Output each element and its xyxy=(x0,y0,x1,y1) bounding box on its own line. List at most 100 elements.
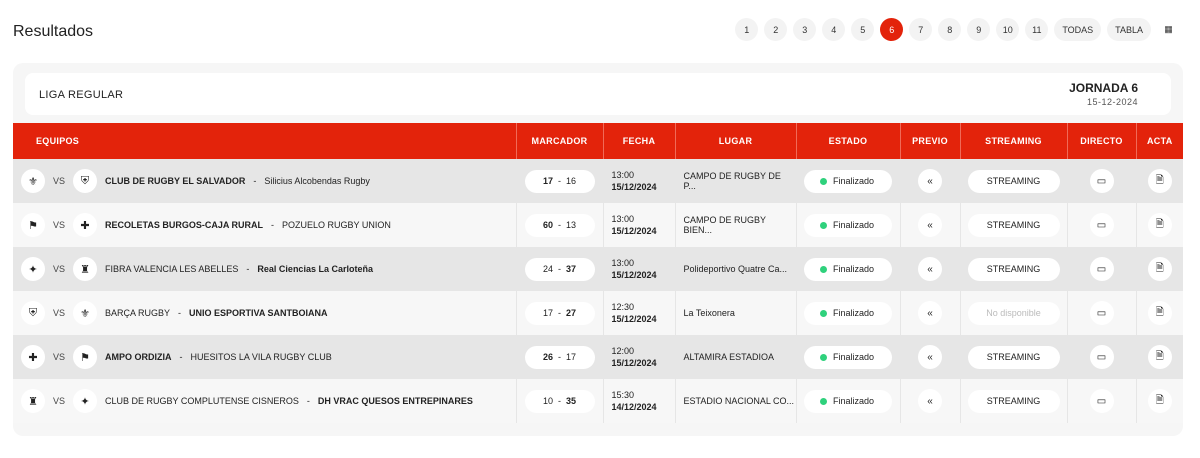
status-dot-icon xyxy=(820,221,827,229)
column-header-estado: ESTADO xyxy=(796,123,901,159)
separator: - xyxy=(178,308,182,318)
away-team-name[interactable]: Silicius Alcobendas Rugby xyxy=(264,176,370,186)
away-team-name[interactable]: DH VRAC QUESOS ENTREPINARES xyxy=(318,396,473,406)
video-camera-icon[interactable]: ▭ xyxy=(1089,345,1114,369)
streaming-button[interactable]: No disponible xyxy=(967,301,1060,325)
pager-item-6[interactable]: 6 xyxy=(880,18,904,41)
pager-item-tabla[interactable]: TABLA xyxy=(1107,18,1151,41)
home-team-logo: ⚑ xyxy=(21,213,45,237)
home-team-logo: ⚜ xyxy=(21,169,45,193)
previo-rewind-icon[interactable]: « xyxy=(918,213,942,237)
streaming-button[interactable]: STREAMING xyxy=(967,257,1060,281)
away-team-name[interactable]: POZUELO RUGBY UNION xyxy=(282,220,391,230)
previo-rewind-icon[interactable]: « xyxy=(918,257,942,281)
separator: - xyxy=(179,352,183,362)
pager-item-7[interactable]: 7 xyxy=(909,18,933,41)
pager-item-3[interactable]: 3 xyxy=(793,18,817,41)
vs-label: VS xyxy=(53,264,66,274)
column-header-previo: PREVIO xyxy=(900,123,961,159)
match-row: ♜ VS ✦ CLUB DE RUGBY COMPLUTENSE CISNERO… xyxy=(13,379,1183,423)
video-camera-icon[interactable]: ▭ xyxy=(1089,301,1114,325)
separator: - xyxy=(253,176,257,186)
home-score: 17 xyxy=(542,176,553,186)
status-badge: Finalizado xyxy=(804,301,892,325)
pager-item-todas[interactable]: TODAS xyxy=(1054,18,1102,41)
home-team-name[interactable]: BARÇA RUGBY xyxy=(105,308,170,318)
video-camera-icon[interactable]: ▭ xyxy=(1089,389,1114,413)
home-team-name[interactable]: CLUB DE RUGBY EL SALVADOR xyxy=(105,176,245,186)
match-time: 12:30 xyxy=(611,302,635,312)
document-icon[interactable]: 🗎 xyxy=(1147,389,1172,413)
match-row: ✦ VS ♜ FIBRA VALENCIA LES ABELLES - Real… xyxy=(13,247,1183,291)
away-team-name[interactable]: HUESITOS LA VILA RUGBY CLUB xyxy=(191,352,332,362)
match-venue: CAMPO DE RUGBY BIEN... xyxy=(675,203,797,247)
competition-label: LIGA REGULAR xyxy=(39,89,124,101)
document-icon[interactable]: 🗎 xyxy=(1147,345,1172,369)
away-team-logo: ✚ xyxy=(73,213,98,237)
status-badge: Finalizado xyxy=(804,345,892,369)
status-dot-icon xyxy=(820,309,827,317)
streaming-button[interactable]: STREAMING xyxy=(967,213,1060,237)
grid-icon[interactable]: ▦ xyxy=(1157,18,1180,41)
column-header-marcador: MARCADOR xyxy=(516,123,604,159)
status-text: Finalizado xyxy=(833,308,875,318)
streaming-button[interactable]: STREAMING xyxy=(967,169,1060,193)
pager-item-10[interactable]: 10 xyxy=(996,18,1020,41)
away-team-logo: ⚑ xyxy=(73,345,98,369)
match-row: ⚜ VS ⛨ CLUB DE RUGBY EL SALVADOR - Silic… xyxy=(13,159,1183,203)
document-icon[interactable]: 🗎 xyxy=(1147,301,1172,325)
column-header-acta: ACTA xyxy=(1136,123,1183,159)
separator: - xyxy=(271,220,275,230)
previo-rewind-icon[interactable]: « xyxy=(918,389,942,413)
vs-label: VS xyxy=(53,352,66,362)
home-team-logo: ✚ xyxy=(21,345,45,369)
streaming-button[interactable]: STREAMING xyxy=(967,389,1060,413)
status-badge: Finalizado xyxy=(804,389,892,413)
pager-item-2[interactable]: 2 xyxy=(764,18,788,41)
jornada-title: JORNADA 6 xyxy=(1069,81,1138,95)
score: 26 - 17 xyxy=(524,345,595,369)
pager-item-11[interactable]: 11 xyxy=(1025,18,1049,41)
home-team-name[interactable]: RECOLETAS BURGOS-CAJA RURAL xyxy=(105,220,263,230)
vs-label: VS xyxy=(53,396,66,406)
vs-label: VS xyxy=(53,220,66,230)
pager-item-5[interactable]: 5 xyxy=(851,18,875,41)
match-date: 15/12/2024 xyxy=(611,226,657,236)
away-score: 37 xyxy=(566,264,577,274)
home-team-name[interactable]: AMPO ORDIZIA xyxy=(105,352,172,362)
document-icon[interactable]: 🗎 xyxy=(1147,257,1172,281)
away-score: 17 xyxy=(566,352,577,362)
status-badge: Finalizado xyxy=(804,257,892,281)
previo-rewind-icon[interactable]: « xyxy=(918,169,942,193)
away-team-name[interactable]: Real Ciencias La Carloteña xyxy=(257,264,373,274)
pager-item-4[interactable]: 4 xyxy=(822,18,846,41)
match-time: 13:00 xyxy=(611,258,635,268)
status-dot-icon xyxy=(820,177,827,185)
pager-item-8[interactable]: 8 xyxy=(938,18,962,41)
previo-rewind-icon[interactable]: « xyxy=(918,345,942,369)
video-camera-icon[interactable]: ▭ xyxy=(1089,257,1114,281)
home-team-name[interactable]: CLUB DE RUGBY COMPLUTENSE CISNEROS xyxy=(105,396,299,406)
pager-item-1[interactable]: 1 xyxy=(735,18,759,41)
match-time: 13:00 xyxy=(611,170,635,180)
document-icon[interactable]: 🗎 xyxy=(1147,213,1172,237)
streaming-button[interactable]: STREAMING xyxy=(967,345,1060,369)
match-venue: ALTAMIRA ESTADIOA xyxy=(675,335,797,379)
away-score: 16 xyxy=(566,176,577,186)
video-camera-icon[interactable]: ▭ xyxy=(1089,213,1114,237)
match-date: 15/12/2024 xyxy=(611,270,657,280)
status-text: Finalizado xyxy=(833,264,875,274)
home-score: 10 xyxy=(542,396,553,406)
document-icon[interactable]: 🗎 xyxy=(1147,169,1172,193)
previo-rewind-icon[interactable]: « xyxy=(918,301,942,325)
jornada-date: 15-12-2024 xyxy=(1086,97,1138,107)
match-date: 15/12/2024 xyxy=(611,314,657,324)
match-date: 15/12/2024 xyxy=(611,182,657,192)
away-team-name[interactable]: UNIO ESPORTIVA SANTBOIANA xyxy=(189,308,328,318)
home-team-name[interactable]: FIBRA VALENCIA LES ABELLES xyxy=(105,264,238,274)
pager-item-9[interactable]: 9 xyxy=(967,18,991,41)
results-card: LIGA REGULAR JORNADA 6 15-12-2024 EQUIPO… xyxy=(13,63,1183,436)
video-camera-icon[interactable]: ▭ xyxy=(1089,169,1114,193)
home-team-logo: ♜ xyxy=(21,389,45,413)
score: 17 - 16 xyxy=(524,169,595,193)
